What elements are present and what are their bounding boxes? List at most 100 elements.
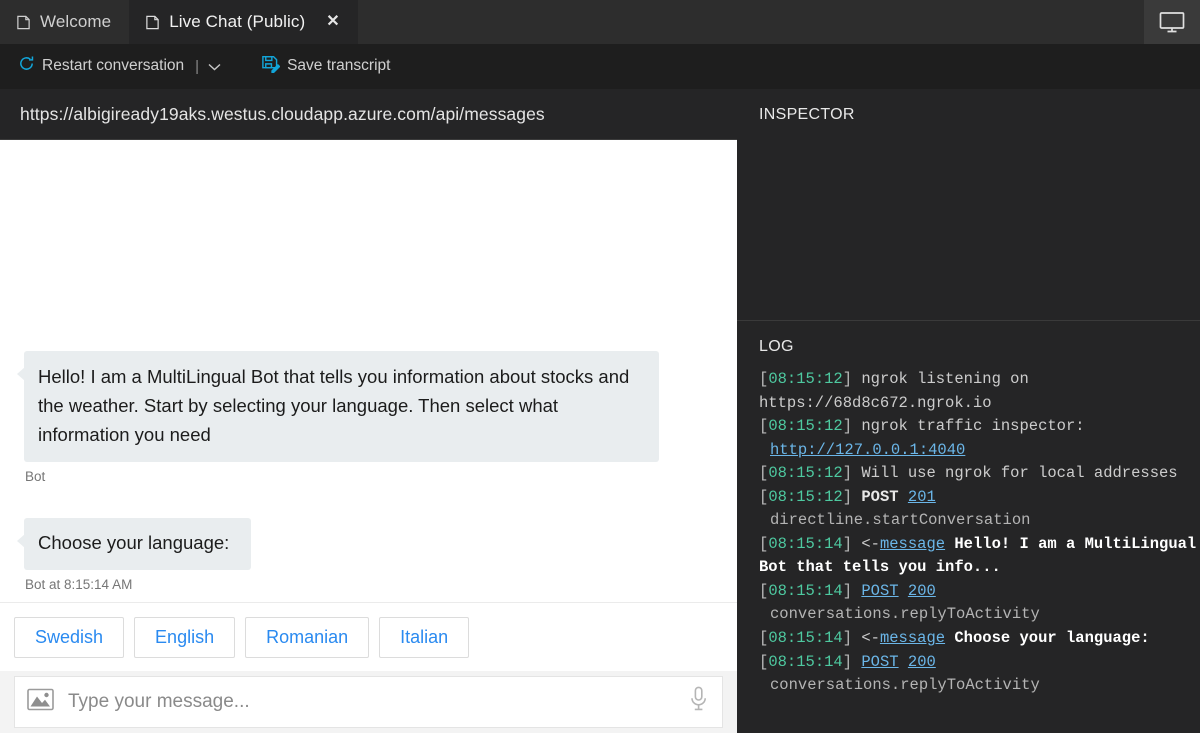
log-output[interactable]: [08:15:12] ngrok listening on https://68… bbox=[737, 356, 1200, 733]
bot-message-bubble: Hello! I am a MultiLingual Bot that tell… bbox=[17, 351, 659, 463]
suggested-action-romanian[interactable]: Romanian bbox=[245, 617, 370, 658]
page-icon bbox=[145, 15, 160, 30]
log-line: [08:15:12] ngrok traffic inspector: bbox=[759, 415, 1200, 439]
inspector-log-panel: INSPECTOR LOG [08:15:12] ngrok listening… bbox=[737, 89, 1200, 733]
log-code-link[interactable]: POST bbox=[861, 653, 898, 671]
tab-welcome[interactable]: Welcome bbox=[0, 0, 130, 44]
tab-bar: Welcome Live Chat (Public) ✕ bbox=[0, 0, 1200, 44]
log-timestamp: 08:15:14 bbox=[768, 652, 843, 671]
suggested-actions: Swedish English Romanian Italian bbox=[0, 602, 737, 671]
log-bracket: [ bbox=[759, 487, 769, 506]
chevron-down-icon[interactable] bbox=[206, 58, 229, 75]
log-line: [08:15:12] Will use ngrok for local addr… bbox=[759, 462, 1200, 486]
log-line: http://127.0.0.1:4040 bbox=[759, 439, 1200, 463]
log-bracket: ] bbox=[842, 534, 853, 553]
endpoint-url-text: https://albigiready19aks.westus.cloudapp… bbox=[20, 103, 545, 124]
suggested-action-swedish[interactable]: Swedish bbox=[14, 617, 125, 658]
composer-inner bbox=[14, 676, 723, 728]
log-code-link[interactable]: message bbox=[880, 629, 945, 647]
page-icon bbox=[16, 15, 31, 30]
log-code-link[interactable]: 200 bbox=[908, 653, 936, 671]
log-text-bold: Choose your language: bbox=[945, 629, 1150, 648]
log-text: Will use ngrok for local addresses bbox=[852, 464, 1178, 483]
log-line: [08:15:12] ngrok listening on https://68… bbox=[759, 368, 1200, 415]
log-code-link[interactable]: message bbox=[880, 535, 945, 553]
log-line: conversations.replyToActivity bbox=[759, 674, 1200, 698]
tab-live-chat-label: Live Chat (Public) bbox=[169, 12, 306, 31]
chat-message: Choose your language: Bot at 8:15:14 AM bbox=[0, 502, 737, 592]
log-verb: POST bbox=[861, 487, 899, 506]
message-input[interactable] bbox=[68, 691, 675, 713]
webchat-panel: https://albigiready19aks.westus.cloudapp… bbox=[0, 89, 737, 733]
log-bracket: [ bbox=[759, 581, 769, 600]
log-line: [08:15:14] POST 200 bbox=[759, 580, 1200, 604]
restart-conversation-button[interactable]: Restart conversation bbox=[14, 51, 188, 81]
log-timestamp: 08:15:12 bbox=[768, 464, 843, 483]
log-timestamp: 08:15:14 bbox=[768, 629, 843, 648]
message-meta: Bot at 8:15:14 AM bbox=[25, 577, 133, 592]
bot-message-bubble: Choose your language: bbox=[16, 518, 252, 570]
log-timestamp: 08:15:14 bbox=[768, 534, 843, 553]
log-bracket: ] bbox=[842, 487, 853, 506]
log-code-link[interactable]: 201 bbox=[908, 488, 936, 506]
log-text: conversations.replyToActivity bbox=[770, 676, 1040, 695]
bubble-wrap: Hello! I am a MultiLingual Bot that tell… bbox=[17, 351, 713, 463]
suggested-action-english[interactable]: English bbox=[134, 617, 236, 658]
save-transcript-button[interactable]: Save transcript bbox=[257, 50, 394, 82]
log-link[interactable]: http://127.0.0.1:4040 bbox=[770, 441, 965, 459]
body: https://albigiready19aks.westus.cloudapp… bbox=[0, 89, 1200, 733]
message-composer bbox=[0, 671, 737, 733]
log-bracket: [ bbox=[759, 629, 769, 648]
log-line: conversations.replyToActivity bbox=[759, 603, 1200, 627]
save-transcript-label: Save transcript bbox=[287, 57, 391, 74]
log-bracket: [ bbox=[759, 464, 769, 483]
log-bracket: ] bbox=[842, 464, 853, 483]
inspector-title: INSPECTOR bbox=[759, 106, 855, 123]
log-code-link[interactable]: POST bbox=[861, 582, 898, 600]
log-timestamp: 08:15:12 bbox=[768, 487, 843, 506]
log-bracket: ] bbox=[842, 629, 853, 648]
log-text: ngrok traffic inspector: bbox=[852, 417, 1085, 436]
refresh-icon bbox=[18, 55, 35, 77]
log-line: directline.startConversation bbox=[759, 509, 1200, 533]
log-bracket: [ bbox=[759, 370, 769, 388]
bubble-wrap: Choose your language: bbox=[16, 518, 713, 570]
log-bracket: ] bbox=[842, 417, 853, 436]
monitor-icon[interactable] bbox=[1144, 0, 1200, 44]
log-line: [08:15:14] <-message Choose your languag… bbox=[759, 627, 1200, 651]
suggested-action-italian[interactable]: Italian bbox=[379, 617, 470, 658]
log-text: <- bbox=[852, 534, 880, 553]
log-timestamp: 08:15:14 bbox=[768, 581, 843, 600]
log-bracket: [ bbox=[759, 534, 769, 553]
tab-welcome-label: Welcome bbox=[40, 12, 112, 31]
save-disk-icon bbox=[261, 54, 281, 78]
inspector-panel: INSPECTOR bbox=[737, 89, 1200, 321]
toolbar-separator: | bbox=[195, 57, 200, 75]
log-line: [08:15:12] POST 201 bbox=[759, 486, 1200, 510]
chat-message: Hello! I am a MultiLingual Bot that tell… bbox=[0, 335, 737, 484]
restart-conversation-label: Restart conversation bbox=[42, 57, 185, 74]
chat-transcript[interactable]: Hello! I am a MultiLingual Bot that tell… bbox=[0, 140, 737, 602]
toolbar: Restart conversation | Save transcript bbox=[0, 44, 1200, 89]
tab-live-chat-public[interactable]: Live Chat (Public) ✕ bbox=[129, 0, 358, 44]
image-upload-icon[interactable] bbox=[27, 688, 54, 716]
log-line: [08:15:14] POST 200 bbox=[759, 651, 1200, 675]
log-title: LOG bbox=[759, 338, 794, 355]
log-text: directline.startConversation bbox=[770, 511, 1031, 530]
tab-bar-filler bbox=[357, 0, 1144, 44]
log-code-link[interactable]: 200 bbox=[908, 582, 936, 600]
emulator-window: Welcome Live Chat (Public) ✕ Restart con… bbox=[0, 0, 1200, 733]
message-meta: Bot bbox=[25, 469, 46, 485]
log-timestamp: 08:15:12 bbox=[768, 417, 843, 436]
microphone-icon[interactable] bbox=[689, 686, 708, 718]
log-bracket: ] bbox=[842, 581, 853, 600]
log-bracket: ] bbox=[842, 652, 853, 671]
endpoint-url-bar[interactable]: https://albigiready19aks.westus.cloudapp… bbox=[0, 89, 737, 140]
close-icon[interactable]: ✕ bbox=[326, 14, 340, 30]
